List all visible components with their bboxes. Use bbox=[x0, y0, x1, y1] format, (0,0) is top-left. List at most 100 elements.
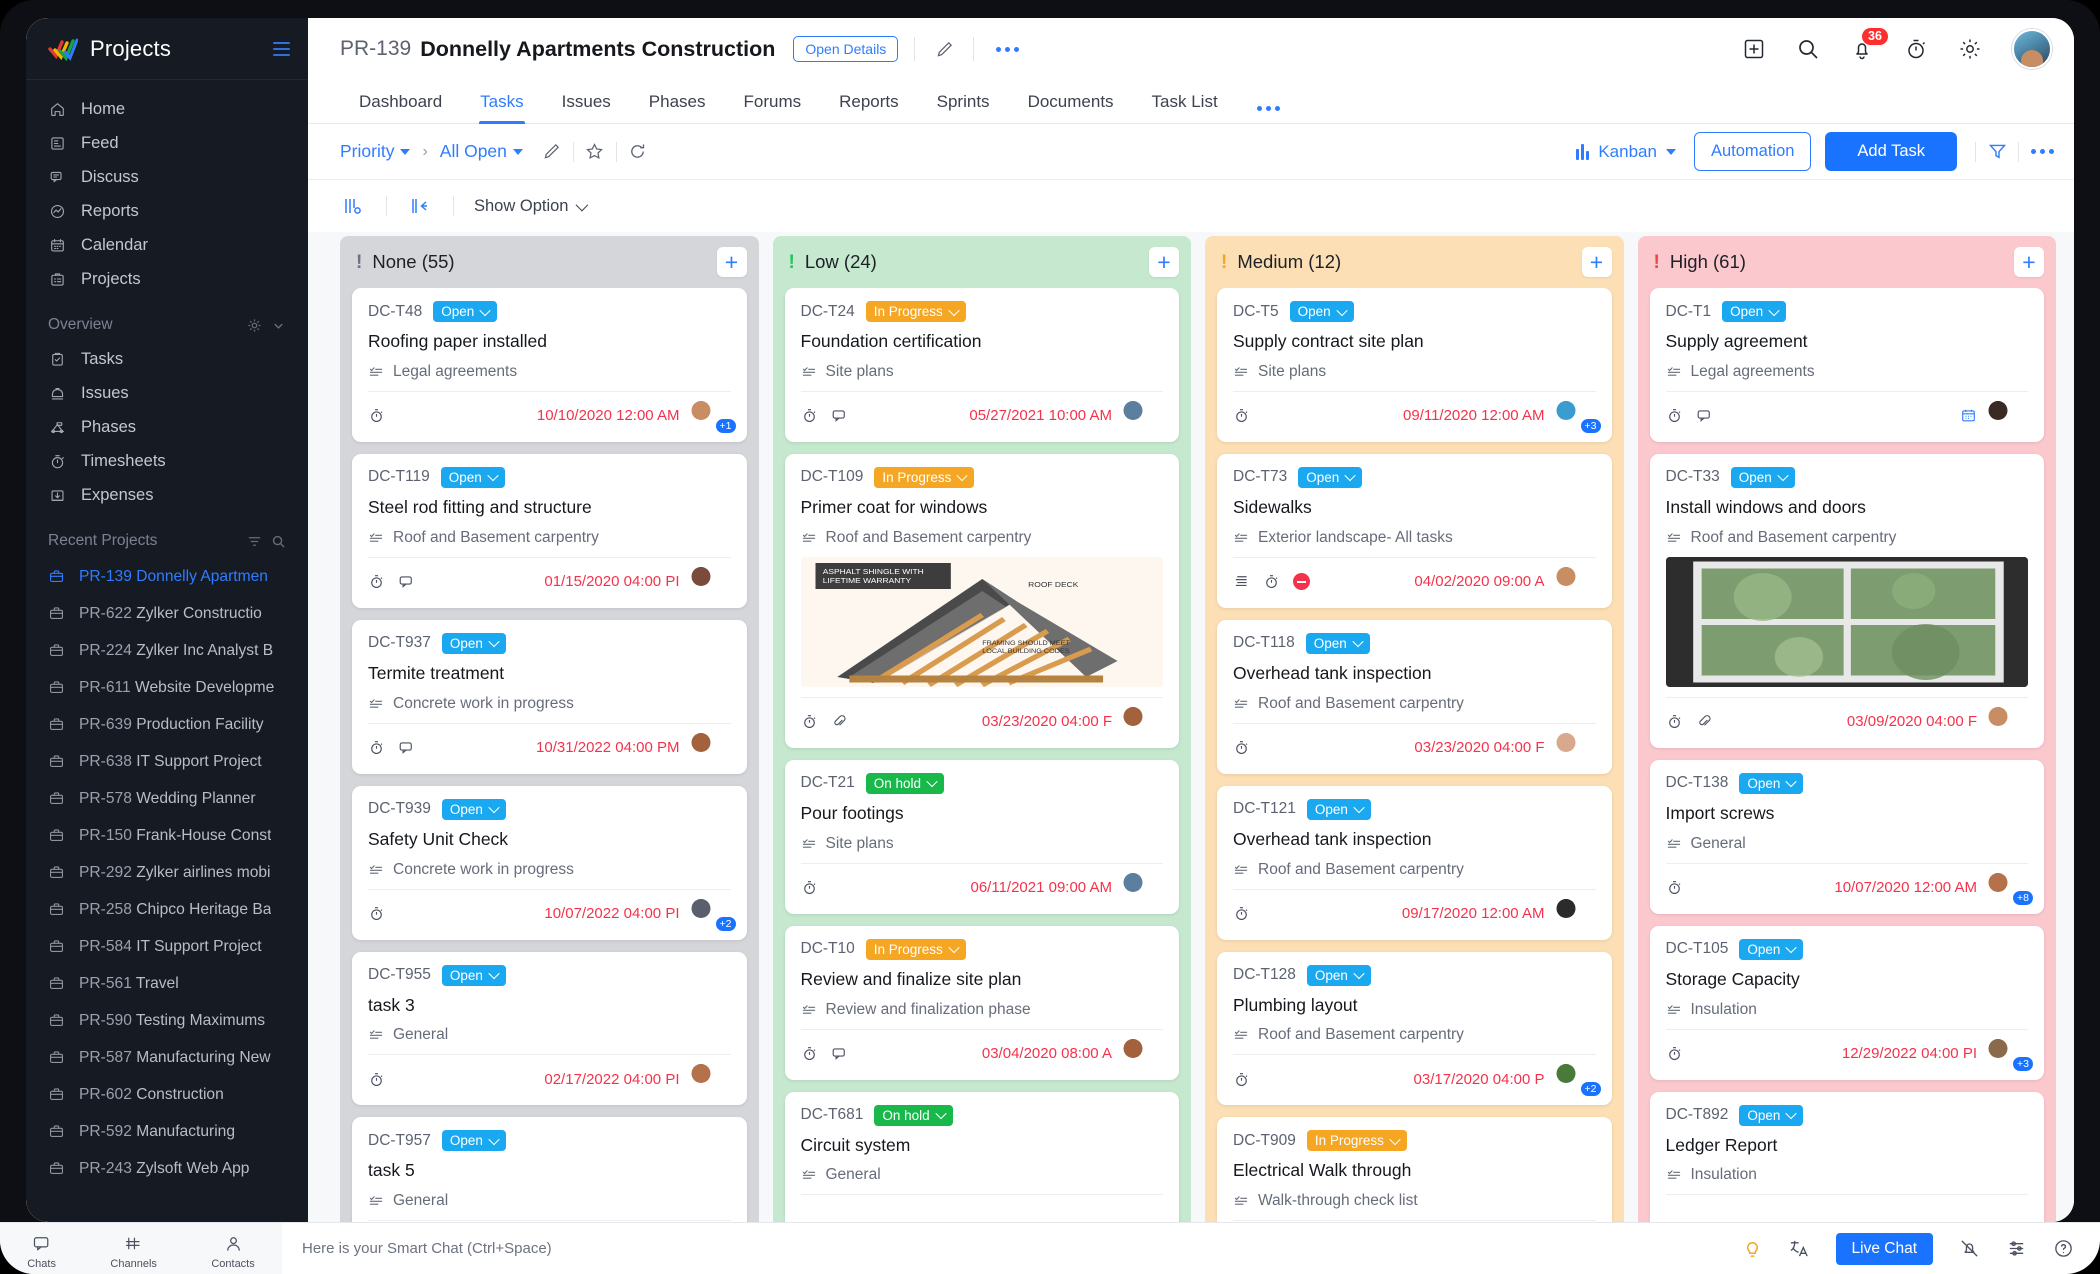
status-badge[interactable]: Open bbox=[1305, 632, 1370, 654]
add-card-button[interactable]: + bbox=[716, 247, 747, 277]
dock-contacts[interactable]: Contacts bbox=[211, 1234, 255, 1270]
tabs-overflow-menu[interactable] bbox=[1251, 106, 1286, 111]
toolbar-overflow-menu[interactable] bbox=[2025, 149, 2060, 154]
sidebar-project-pr-224[interactable]: PR-224 Zylker Inc Analyst B bbox=[26, 632, 308, 669]
status-badge[interactable]: On hold bbox=[865, 772, 945, 794]
assignee-avatar[interactable]: +1 bbox=[691, 400, 737, 434]
automation-button[interactable]: Automation bbox=[1693, 132, 1812, 171]
translate-icon[interactable] bbox=[1789, 1238, 1810, 1259]
sidebar-project-pr-602[interactable]: PR-602 Construction bbox=[26, 1076, 308, 1113]
bell-off-icon[interactable] bbox=[1959, 1238, 1980, 1259]
task-card[interactable]: DC-T955 Open task 3 General 02/17/2022 04:00… bbox=[352, 951, 747, 1106]
project-more-menu[interactable] bbox=[990, 46, 1025, 52]
task-card[interactable]: DC-T21 On hold Pour footings Site plans 06/1… bbox=[784, 759, 1179, 914]
sidebar-collapse-button[interactable] bbox=[273, 41, 290, 56]
status-badge[interactable]: Open bbox=[1739, 772, 1804, 794]
timer-icon[interactable] bbox=[1666, 1045, 1683, 1062]
task-card[interactable]: DC-T33 Open Install windows and doors Roof … bbox=[1649, 453, 2044, 748]
sidebar-item-issues[interactable]: Issues bbox=[26, 376, 308, 410]
status-badge[interactable]: Open bbox=[441, 1130, 506, 1152]
sidebar-project-pr-578[interactable]: PR-578 Wedding Planner bbox=[26, 780, 308, 817]
timer-icon[interactable] bbox=[801, 713, 818, 730]
timer-icon[interactable] bbox=[1233, 739, 1250, 756]
tab-forums[interactable]: Forums bbox=[724, 92, 820, 123]
group-by-selector[interactable]: Priority bbox=[340, 141, 411, 162]
timer-icon[interactable] bbox=[368, 739, 385, 756]
task-card[interactable]: DC-T128 Open Plumbing layout Roof and Basem… bbox=[1217, 951, 1612, 1106]
search-icon[interactable] bbox=[1796, 37, 1820, 61]
attachment-icon[interactable] bbox=[1696, 713, 1713, 730]
task-card[interactable]: DC-T10 In Progress Review and finalize sit… bbox=[784, 925, 1179, 1080]
assignee-avatar[interactable] bbox=[691, 732, 731, 763]
tab-documents[interactable]: Documents bbox=[1009, 92, 1133, 123]
sidebar-project-pr-590[interactable]: PR-590 Testing Maximums bbox=[26, 1002, 308, 1039]
sidebar-project-pr-584[interactable]: PR-584 IT Support Project bbox=[26, 928, 308, 965]
column-cards[interactable]: DC-T5 Open Supply contract site plan Site p… bbox=[1205, 288, 1624, 1222]
sidebar-item-reports[interactable]: Reports bbox=[26, 194, 308, 228]
status-badge[interactable]: Open bbox=[441, 964, 506, 986]
timer-icon[interactable] bbox=[368, 905, 385, 922]
filter-funnel-icon[interactable] bbox=[1982, 137, 2012, 167]
timer-icon[interactable] bbox=[368, 1071, 385, 1088]
task-card[interactable]: DC-T892 Open Ledger Report Insulation bbox=[1649, 1091, 2044, 1222]
timer-icon[interactable] bbox=[801, 879, 818, 896]
view-filter-selector[interactable]: All Open bbox=[440, 141, 523, 162]
status-badge[interactable]: In Progress bbox=[874, 466, 975, 488]
edit-pencil-icon[interactable] bbox=[931, 36, 957, 62]
timer-icon[interactable] bbox=[801, 407, 818, 424]
task-card[interactable]: DC-T73 Open Sidewalks Exterior landscape- A… bbox=[1217, 453, 1612, 608]
comment-icon[interactable] bbox=[831, 1045, 848, 1062]
status-badge[interactable]: Open bbox=[441, 798, 506, 820]
view-mode-selector[interactable]: Kanban bbox=[1576, 142, 1676, 162]
add-task-button[interactable]: Add Task bbox=[1825, 132, 1957, 171]
sidebar-item-discuss[interactable]: Discuss bbox=[26, 160, 308, 194]
assignee-avatar[interactable] bbox=[1988, 706, 2028, 737]
timer-icon[interactable] bbox=[1233, 905, 1250, 922]
sidebar-scroll[interactable]: Home Feed Discuss Reports Calendar Projects O… bbox=[26, 80, 308, 1222]
status-badge[interactable]: Open bbox=[1306, 798, 1371, 820]
task-card[interactable]: DC-T121 Open Overhead tank inspection Roof … bbox=[1217, 785, 1612, 940]
task-card[interactable]: DC-T957 Open task 5 General bbox=[352, 1117, 747, 1222]
assignee-avatar[interactable]: +2 bbox=[691, 898, 737, 932]
assignee-avatar[interactable]: +8 bbox=[1988, 872, 2034, 906]
sidebar-item-expenses[interactable]: Expenses bbox=[26, 478, 308, 512]
status-badge[interactable]: On hold bbox=[874, 1104, 953, 1126]
assignee-avatar[interactable] bbox=[1556, 566, 1596, 597]
sidebar-project-pr-258[interactable]: PR-258 Chipco Heritage Ba bbox=[26, 891, 308, 928]
show-option-dropdown[interactable]: Show Option bbox=[474, 197, 589, 216]
edit-view-icon[interactable] bbox=[537, 137, 567, 167]
smart-chat-message[interactable]: Here is your Smart Chat (Ctrl+Space) bbox=[282, 1240, 1742, 1257]
comment-icon[interactable] bbox=[1696, 407, 1713, 424]
assignee-avatar[interactable]: +2 bbox=[1556, 1064, 1602, 1098]
sidebar-project-pr-150[interactable]: PR-150 Frank-House Const bbox=[26, 817, 308, 854]
sidebar-project-pr-561[interactable]: PR-561 Travel bbox=[26, 965, 308, 1002]
comment-icon[interactable] bbox=[398, 739, 415, 756]
column-cards[interactable]: DC-T1 Open Supply agreement Legal agreement… bbox=[1638, 288, 2057, 1222]
comment-icon[interactable] bbox=[831, 407, 848, 424]
favorite-star-icon[interactable] bbox=[580, 137, 610, 167]
status-badge[interactable]: Open bbox=[1722, 301, 1787, 322]
sidebar-item-projects[interactable]: Projects bbox=[26, 262, 308, 296]
assignee-avatar[interactable] bbox=[691, 1064, 731, 1094]
status-badge[interactable]: In Progress bbox=[865, 301, 966, 322]
assignee-avatar[interactable]: +3 bbox=[1988, 1038, 2034, 1072]
tab-issues[interactable]: Issues bbox=[543, 92, 630, 123]
status-badge[interactable]: Open bbox=[433, 301, 498, 322]
timer-icon[interactable] bbox=[1233, 1071, 1250, 1088]
settings-sliders-icon[interactable] bbox=[2006, 1238, 2027, 1259]
sidebar-item-timesheets[interactable]: Timesheets bbox=[26, 444, 308, 478]
timer-icon[interactable] bbox=[368, 407, 385, 424]
sidebar-project-pr-292[interactable]: PR-292 Zylker airlines mobi bbox=[26, 854, 308, 891]
task-card[interactable]: DC-T5 Open Supply contract site plan Site p… bbox=[1217, 288, 1612, 442]
column-cards[interactable]: DC-T24 In Progress Foundation certificatio… bbox=[773, 288, 1192, 1222]
sidebar-project-pr-639[interactable]: PR-639 Production Facility bbox=[26, 706, 308, 743]
sidebar-project-pr-622[interactable]: PR-622 Zylker Constructio bbox=[26, 595, 308, 632]
collapse-panel-icon[interactable] bbox=[407, 193, 433, 219]
task-card[interactable]: DC-T937 Open Termite treatment Concrete wor… bbox=[352, 619, 747, 774]
add-card-button[interactable]: + bbox=[1149, 247, 1179, 277]
status-badge[interactable]: Open bbox=[1739, 1104, 1804, 1126]
task-card[interactable]: DC-T939 Open Safety Unit Check Concrete wor… bbox=[352, 785, 747, 940]
sidebar-item-tasks[interactable]: Tasks bbox=[26, 342, 308, 376]
recent-actions[interactable] bbox=[247, 534, 286, 549]
list-icon[interactable] bbox=[1233, 573, 1250, 590]
